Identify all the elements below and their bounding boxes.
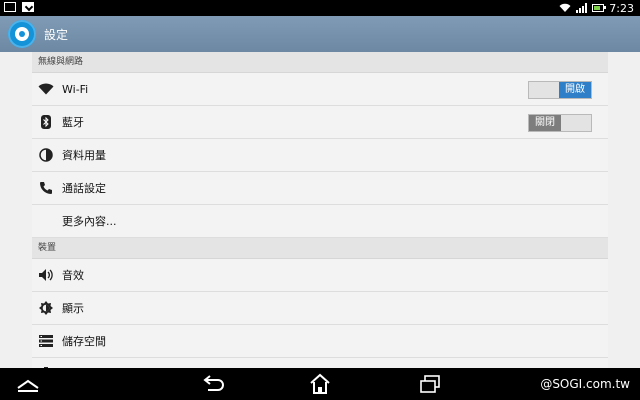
settings-item-sound[interactable]: 音效 bbox=[32, 259, 608, 292]
storage-icon bbox=[38, 333, 54, 349]
settings-item-label: 顯示 bbox=[62, 302, 84, 315]
settings-item-label: 通話設定 bbox=[62, 182, 106, 195]
bluetooth-icon bbox=[38, 114, 54, 130]
hide-nav-icon[interactable] bbox=[14, 372, 42, 396]
settings-item-display[interactable]: 顯示 bbox=[32, 292, 608, 325]
notification-screenshot-icon bbox=[4, 2, 16, 12]
data-usage-icon bbox=[38, 147, 54, 163]
recent-apps-icon[interactable] bbox=[416, 372, 444, 396]
section-header-wireless: 無線與網路 bbox=[32, 52, 608, 73]
wifi-icon bbox=[38, 81, 54, 97]
settings-item-call-settings[interactable]: 通話設定 bbox=[32, 172, 608, 205]
signal-icon bbox=[576, 3, 588, 13]
settings-item-battery[interactable]: 電池 bbox=[32, 358, 608, 368]
navigation-bar: @SOGI.com.tw bbox=[0, 368, 640, 400]
settings-list[interactable]: 無線與網路 Wi-Fi 開啟 藍牙 關閉 資料用量 通話設定 更多內容... 裝… bbox=[32, 52, 608, 368]
settings-item-label: 儲存空間 bbox=[62, 335, 106, 348]
section-header-device: 裝置 bbox=[32, 238, 608, 259]
bluetooth-toggle[interactable]: 關閉 bbox=[528, 114, 592, 132]
settings-item-label: 更多內容... bbox=[62, 215, 117, 228]
settings-gear-icon[interactable] bbox=[8, 20, 36, 48]
page-title: 設定 bbox=[44, 27, 69, 42]
settings-item-label: Wi-Fi bbox=[62, 82, 89, 96]
wifi-status-icon bbox=[559, 3, 571, 12]
wifi-toggle[interactable]: 開啟 bbox=[528, 81, 592, 99]
settings-item-label: 藍牙 bbox=[62, 116, 84, 129]
back-icon[interactable] bbox=[198, 372, 226, 396]
settings-item-wifi[interactable]: Wi-Fi 開啟 bbox=[32, 73, 608, 106]
settings-item-label: 音效 bbox=[62, 269, 84, 282]
battery-status-icon bbox=[592, 4, 607, 12]
toggle-state-label: 關閉 bbox=[529, 115, 561, 131]
status-time: 7:23 bbox=[609, 1, 634, 15]
watermark: @SOGI.com.tw bbox=[540, 377, 630, 391]
settings-item-more[interactable]: 更多內容... bbox=[32, 205, 608, 238]
settings-item-storage[interactable]: 儲存空間 bbox=[32, 325, 608, 358]
brightness-icon bbox=[38, 300, 54, 316]
speaker-icon bbox=[38, 267, 54, 283]
notification-download-icon bbox=[22, 2, 34, 12]
toggle-state-label: 開啟 bbox=[559, 82, 591, 98]
home-icon[interactable] bbox=[306, 372, 334, 396]
settings-item-data-usage[interactable]: 資料用量 bbox=[32, 139, 608, 172]
status-bar: 7:23 bbox=[0, 0, 640, 16]
action-bar: 設定 bbox=[0, 16, 640, 52]
settings-item-bluetooth[interactable]: 藍牙 關閉 bbox=[32, 106, 608, 139]
phone-icon bbox=[38, 180, 54, 196]
settings-item-label: 資料用量 bbox=[62, 149, 106, 162]
